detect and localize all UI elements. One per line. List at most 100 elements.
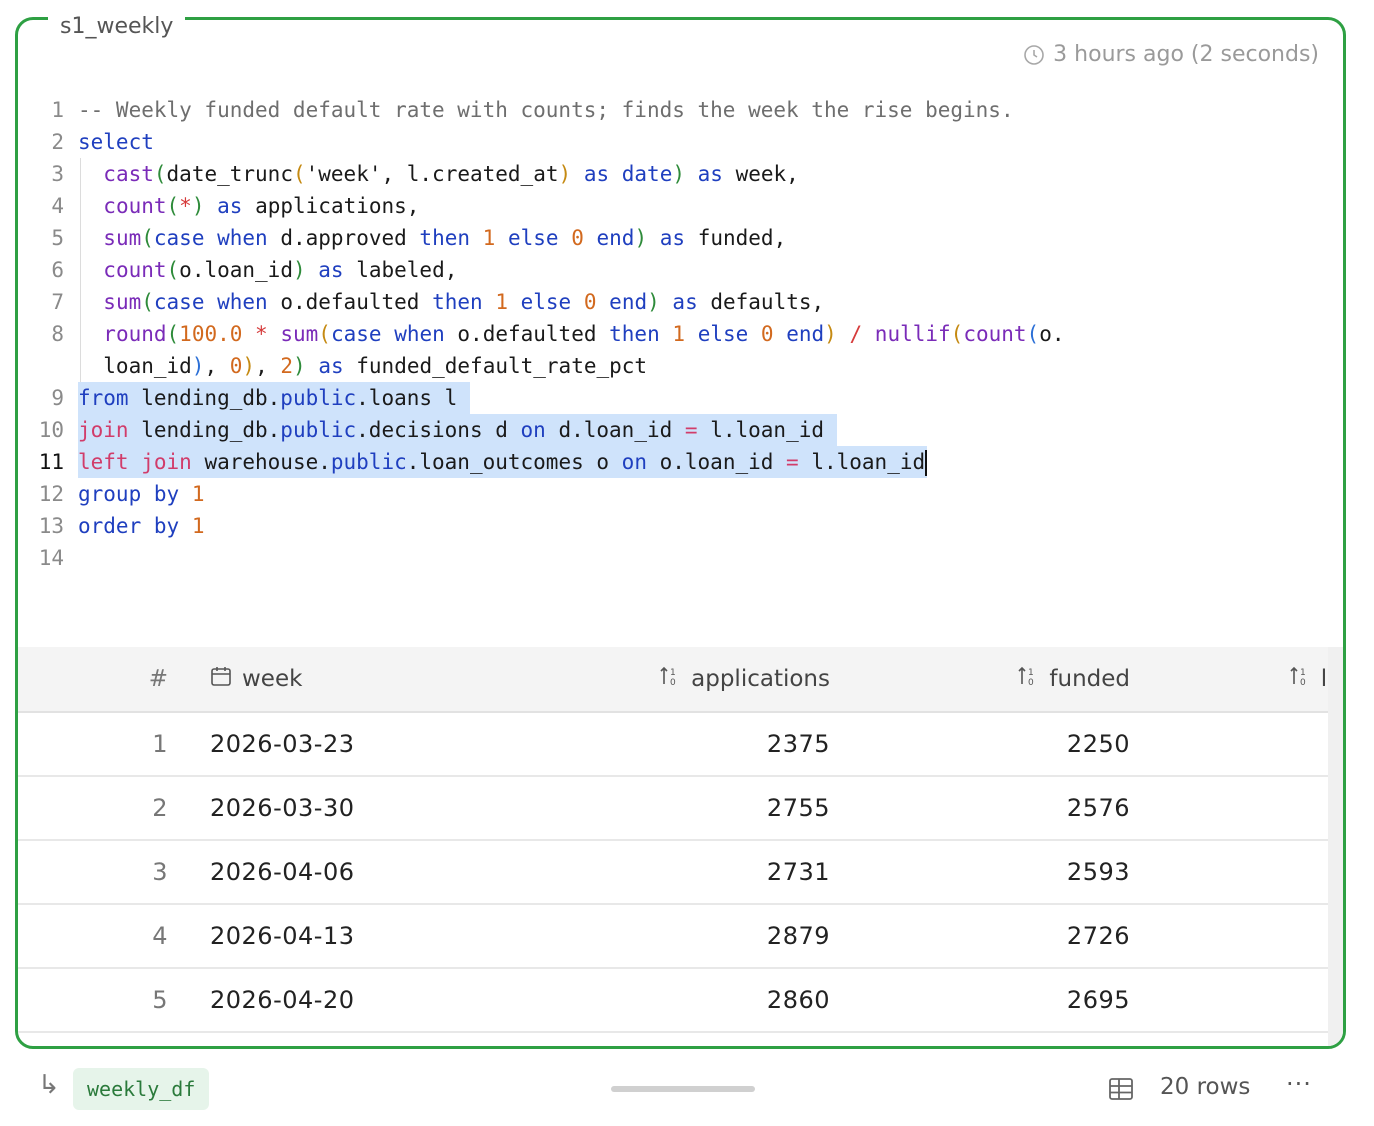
code-token: count	[103, 194, 167, 218]
cell-applications: 2860	[510, 968, 830, 1033]
code-token: case	[330, 322, 382, 346]
code-line[interactable]: 14	[18, 542, 1343, 574]
code-token: ,	[204, 354, 230, 378]
code-token: (	[292, 162, 306, 186]
table-row[interactable]: 52026-04-202860269526	[18, 968, 1343, 1033]
code-token: else	[697, 322, 749, 346]
code-token: cast	[103, 162, 154, 186]
code-line[interactable]: 2 select	[18, 126, 1343, 158]
code-line[interactable]: 9 from lending_db.public.loans l	[18, 382, 1343, 414]
column-header-labeled[interactable]: 10labe	[1130, 647, 1343, 713]
code-token: end	[786, 322, 825, 346]
output-variable-chip[interactable]: weekly_df	[73, 1068, 210, 1110]
resize-handle[interactable]	[611, 1086, 755, 1092]
code-token: .decisions d	[356, 418, 521, 442]
code-line[interactable]: 8 round(100.0 * sum(case when o.defaulte…	[18, 318, 1343, 350]
code-line[interactable]: 7 sum(case when o.defaulted then 1 else …	[18, 286, 1343, 318]
code-text: left join warehouse.public.loan_outcomes…	[78, 446, 928, 478]
line-number: 10	[38, 418, 64, 442]
code-token: join	[78, 418, 129, 442]
svg-text:1: 1	[670, 668, 676, 678]
column-header-idx[interactable]: #	[18, 647, 172, 713]
cell-week: 2026-04-06	[172, 840, 510, 905]
line-number: 11	[38, 450, 64, 474]
column-header-applications[interactable]: 1 0 applications	[510, 647, 830, 713]
table-row[interactable]: 42026-04-132879272627	[18, 904, 1343, 969]
sql-cell[interactable]: 3 hours ago (2 seconds) 1 -- Weekly funde…	[15, 17, 1346, 1049]
column-label: applications	[691, 666, 830, 692]
code-editor[interactable]: 1 -- Weekly funded default rate with coun…	[18, 94, 1343, 574]
table-row[interactable]: 22026-03-302755257625	[18, 776, 1343, 841]
code-token: end	[596, 226, 635, 250]
line-number: 5	[51, 226, 64, 250]
svg-text:0: 0	[1300, 678, 1306, 687]
svg-text:1: 1	[1028, 668, 1034, 678]
table-row[interactable]: 12026-03-232375225022	[18, 712, 1343, 777]
column-header-funded[interactable]: 1 0 funded	[830, 647, 1130, 713]
code-token: else	[507, 226, 559, 250]
code-line[interactable]: 1 -- Weekly funded default rate with coun…	[18, 94, 1343, 126]
code-token: round	[103, 322, 167, 346]
svg-text:1: 1	[1300, 668, 1306, 678]
code-token: 0	[760, 322, 774, 346]
cell-funded: 2576	[830, 776, 1130, 841]
code-token: 2	[280, 354, 294, 378]
code-token: select	[78, 130, 154, 154]
code-text: count(*) as applications,	[78, 190, 419, 222]
code-token: 0	[571, 226, 584, 250]
code-line[interactable]: 13 order by 1	[18, 510, 1343, 542]
code-line[interactable]: 6 count(o.loan_id) as labeled,	[18, 254, 1343, 286]
cell-title[interactable]: s1_weekly	[48, 14, 186, 39]
code-token: 1	[672, 322, 686, 346]
code-token: (	[166, 322, 180, 346]
code-token: ,	[255, 354, 281, 378]
code-token: funded_default_rate_pct	[343, 354, 648, 378]
code-line[interactable]: 11 left join warehouse.public.loan_outcom…	[18, 446, 1343, 478]
code-token: )	[191, 194, 205, 218]
code-token: sum	[103, 226, 142, 250]
code-token: on	[520, 418, 546, 442]
code-token: (	[166, 194, 180, 218]
more-options-icon[interactable]: ···	[1286, 1070, 1312, 1098]
line-number: 3	[51, 162, 64, 186]
code-line[interactable]: 3 cast(date_trunc('week', l.created_at) …	[18, 158, 1343, 190]
line-number: 2	[51, 130, 64, 154]
code-token: 100.0	[179, 322, 243, 346]
table-icon[interactable]	[1108, 1076, 1134, 1106]
code-line[interactable]: 5 sum(case when d.approved then 1 else 0…	[18, 222, 1343, 254]
code-token: 'week', l.created_at	[305, 162, 559, 186]
vertical-scrollbar[interactable]	[1328, 647, 1343, 1046]
code-token: applications,	[242, 194, 420, 218]
column-label: funded	[1049, 666, 1130, 692]
code-line[interactable]: 4 count(*) as applications,	[18, 190, 1343, 222]
table-row[interactable]: 32026-04-062731259325	[18, 840, 1343, 905]
return-arrow-icon: ↳	[38, 1070, 60, 1100]
cell-applications: 2755	[510, 776, 830, 841]
code-line[interactable]: 10 join lending_db.public.decisions d on …	[18, 414, 1343, 446]
code-line[interactable]: 12 group by 1	[18, 478, 1343, 510]
code-text: count(o.loan_id) as labeled,	[78, 254, 457, 286]
line-number: 4	[51, 194, 64, 218]
code-text: join lending_db.public.decisions d on d.…	[78, 414, 837, 446]
cell-idx: 2	[18, 776, 172, 841]
cell-funded: 2695	[830, 968, 1130, 1033]
code-token: sum	[280, 322, 319, 346]
code-text: sum(case when d.approved then 1 else 0 e…	[78, 222, 786, 254]
code-token: sum	[103, 290, 142, 314]
code-token: 1	[191, 514, 205, 538]
column-header-week[interactable]: week	[172, 647, 510, 713]
code-line[interactable]: loan_id), 0), 2) as funded_default_rate_…	[18, 350, 1343, 382]
results-table[interactable]: #week10applications10funded10labe 12026-…	[18, 647, 1343, 1046]
code-text: order by 1	[78, 510, 204, 542]
